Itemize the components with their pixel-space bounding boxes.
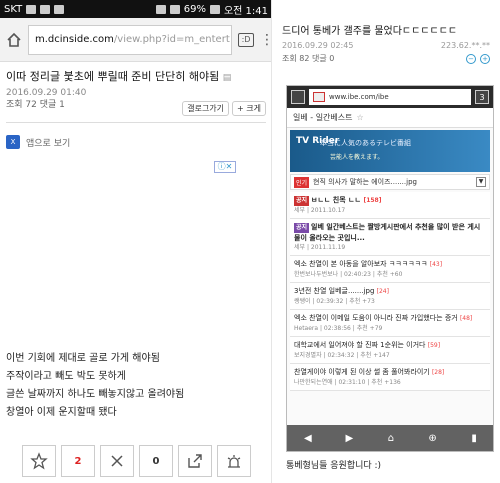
- grid-icon: [291, 90, 305, 104]
- zoom-in-icon[interactable]: +: [480, 53, 490, 64]
- body-line: 창열아 이제 운지할때 됐다: [6, 407, 117, 418]
- share-icon: [188, 454, 202, 468]
- list-item: 찬열게이야 이렇게 된 이상 썰 좀 풀어봐라이기 [28] 나만한되는연애 |…: [290, 364, 490, 391]
- list-item: 공지 ㅂㄴㄴ 친목 ㄴㄴ [158] 세부 | 2011.10.17: [290, 192, 490, 219]
- clock-label: 오전 1:41: [223, 5, 268, 17]
- back-icon: ◀: [303, 432, 312, 444]
- right-screen: 드디어 통베가 갤주를 물었다ㄷㄷㄷㄷㄷㄷ 2016.09.29 02:45 2…: [272, 0, 500, 483]
- share-button[interactable]: [178, 445, 212, 477]
- post-title: 이따 정리글 붗초에 뿌릴때 준비 단단히 해야됨 ▤: [6, 70, 232, 83]
- url-field[interactable]: m.dcinside.com /view.php?id=m_entert: [28, 24, 232, 55]
- banner-subtitle: 本当に人気のあるテレビ番組: [320, 139, 411, 147]
- unrecommend-count: 0: [139, 445, 173, 477]
- wrench-icon: [26, 4, 37, 14]
- battery-label: 69%: [183, 3, 206, 15]
- signal-icon: [169, 4, 180, 14]
- inner-url-text: www.ibe.com/ibe: [329, 93, 389, 101]
- inner-url-field: www.ibe.com/ibe: [309, 89, 471, 105]
- status-bar: SKT 69% 오전 1:41: [0, 0, 272, 18]
- zoom-button[interactable]: + 크게: [232, 101, 266, 116]
- more-menu-icon[interactable]: ⋮: [260, 33, 272, 47]
- inner-hot-row: 인기 현직 의사가 말하는 에이즈.......jpg ▼: [290, 174, 490, 190]
- ad-close-icon[interactable]: ⓘ✕: [214, 161, 236, 173]
- notification-icon: [40, 4, 51, 14]
- list-item: 대학교에서 일어져야 할 진짜 1순위는 이거다 [59] 보지경멸자 | 02…: [290, 337, 490, 364]
- right-post-date: 2016.09.29 02:45: [282, 41, 354, 50]
- inner-ad-banner: TV Rider 本当に人気のあるテレビ番組 芸能人を教えます。: [290, 130, 490, 172]
- recommend-count: 2: [61, 445, 95, 477]
- add-icon: ⊕: [428, 432, 437, 444]
- body-line: 글쓴 날짜까지 하나도 빼놓지않고 올려야됨: [6, 389, 185, 400]
- url-path: /view.php?id=m_entert: [113, 34, 230, 45]
- inner-tabs-count: 3: [475, 90, 489, 104]
- recommend-button[interactable]: [22, 445, 56, 477]
- post-date: 2016.09.29 01:40: [6, 88, 87, 98]
- document-icon: ▤: [222, 73, 232, 83]
- list-item: 공지 일베 일간베스트는 짤방게시판에서 추천을 많이 받은 게시물이 올라오는 …: [290, 219, 490, 256]
- home-icon: ⌂: [387, 432, 395, 444]
- list-item: 엑소 찬열이 본 아동을 알아보자 ㅋㅋㅋㅋㅋㅋ [43] 한번보나두번보나 |…: [290, 256, 490, 283]
- report-button[interactable]: [217, 445, 251, 477]
- wifi-icon: [155, 4, 166, 14]
- left-screen: SKT 69% 오전 1:41 m.dcinside.com /view.php…: [0, 0, 272, 483]
- siren-icon: [227, 455, 241, 468]
- inner-post-list: 공지 ㅂㄴㄴ 친목 ㄴㄴ [158] 세부 | 2011.10.17 공지 일베 일…: [290, 192, 490, 391]
- list-item: 3년전 찬열 일베글.......jpg [24] 쌩쌩이 | 02:39:32…: [290, 283, 490, 310]
- right-post-views: 조회 82 댓글 0: [282, 54, 335, 63]
- app-view-link[interactable]: X 앱으로 보기: [0, 129, 272, 155]
- battery-icon: [209, 4, 220, 14]
- carrier-label: SKT: [4, 3, 23, 15]
- post-views: 조회 72 댓글 1: [6, 100, 65, 110]
- star-icon: [30, 452, 48, 470]
- notice-label: 공지: [294, 196, 310, 206]
- divider: [6, 122, 266, 123]
- app-view-label: 앱으로 보기: [26, 138, 71, 149]
- message-icon: [54, 4, 65, 14]
- unrecommend-button[interactable]: [100, 445, 134, 477]
- browser-toolbar: m.dcinside.com /view.php?id=m_entert :D …: [0, 18, 272, 62]
- body-line: 이번 기회에 제대로 골로 가게 해야됨: [6, 353, 160, 364]
- right-post-ip: 223.62.**.**: [440, 41, 490, 50]
- right-post-body: 통베형님들 응원합니다 :): [286, 461, 382, 471]
- bookmark-icon: ▮: [471, 432, 477, 444]
- x-icon: [111, 455, 123, 467]
- right-post-title: 드디어 통베가 갤주를 물었다ㄷㄷㄷㄷㄷㄷ: [282, 26, 458, 37]
- embedded-screenshot: www.ibe.com/ibe 3 일베 - 일간베스트 ☆ TV Rider …: [286, 85, 494, 452]
- inner-section-title: 일베 - 일간베스트 ☆: [287, 108, 493, 128]
- inner-bottom-bar: ◀ ▶ ⌂ ⊕ ▮: [287, 425, 493, 451]
- ad-area: ⓘ✕: [36, 161, 236, 346]
- notice-label: 공지: [294, 223, 310, 233]
- right-post-meta: 2016.09.29 02:45 223.62.**.**: [272, 41, 500, 50]
- inner-url-bar: www.ibe.com/ibe 3: [287, 86, 493, 108]
- url-domain: m.dcinside.com: [35, 34, 114, 45]
- hot-tag: 인기: [294, 176, 310, 188]
- hot-text: 현직 의사가 말하는 에이즈.......jpg: [313, 178, 417, 186]
- post-body: 이번 기회에 제대로 골로 가게 해야됨 주작이라고 빼도 박도 못하게 글쓴 …: [0, 350, 190, 422]
- post-actions: 2 0: [22, 445, 251, 477]
- tabs-icon[interactable]: :D: [238, 32, 254, 47]
- gallog-button[interactable]: 갤로그가기: [182, 101, 230, 116]
- banner-subtitle-2: 芸能人を教えます。: [330, 154, 384, 161]
- zoom-out-icon[interactable]: −: [466, 53, 476, 64]
- forward-icon: ▶: [345, 432, 354, 444]
- body-line: 주작이라고 빼도 박도 못하게: [6, 371, 126, 382]
- list-item: 엑소 찬열이 이메일 도움이 아니라 진짜 가입했다는 증거 [48] Heta…: [290, 310, 490, 337]
- home-icon[interactable]: [6, 32, 22, 48]
- star-outline-icon: ☆: [356, 113, 364, 122]
- app-icon: X: [6, 135, 20, 149]
- dropdown-icon: ▼: [476, 177, 486, 187]
- site-flag-icon: [313, 92, 325, 102]
- right-post-stats: 조회 82 댓글 0 − +: [272, 50, 500, 67]
